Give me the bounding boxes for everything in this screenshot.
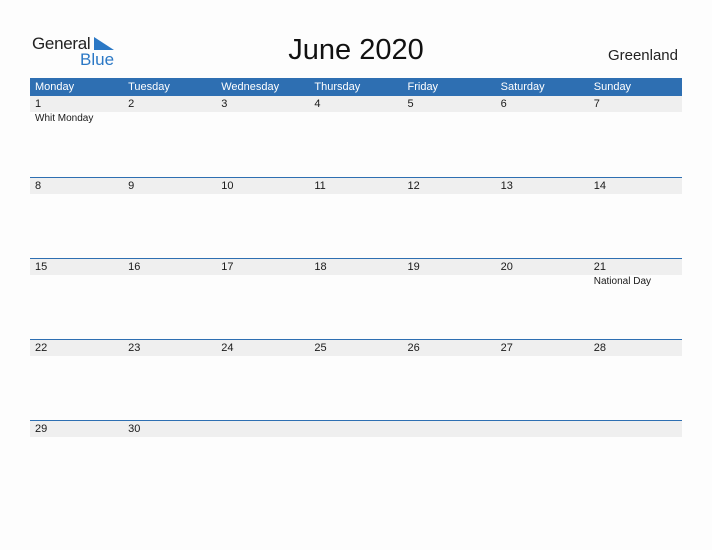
- week-events: National Day: [30, 275, 682, 289]
- day-event: Whit Monday: [35, 113, 94, 124]
- day-number: 2: [128, 98, 135, 110]
- page-title: June 2020: [288, 34, 424, 66]
- day-event: [123, 275, 216, 289]
- day-number: 6: [500, 98, 507, 110]
- week-day-numbers: 8 9 10 11 12 13 14: [30, 178, 682, 194]
- weekday-header: Monday Tuesday Wednesday Thursday Friday…: [30, 78, 682, 96]
- calendar-week: 29 30: [30, 420, 682, 501]
- day-number: 30: [128, 423, 141, 435]
- week-day-numbers: 29 30: [30, 421, 682, 437]
- day-number: 28: [593, 342, 606, 354]
- weekday-tuesday: Tuesday: [128, 81, 170, 93]
- day-event: [403, 112, 496, 126]
- day-event: [30, 275, 123, 289]
- day-number: 24: [221, 342, 234, 354]
- day-number: 7: [593, 98, 600, 110]
- day-event: [216, 112, 309, 126]
- day-number: 19: [407, 261, 420, 273]
- day-event: National Day: [593, 276, 652, 287]
- calendar-week: 22 23 24 25 26 27 28: [30, 339, 682, 420]
- day-event: [496, 112, 589, 126]
- day-number: 29: [35, 423, 48, 435]
- day-number: 14: [593, 180, 606, 192]
- weekday-sunday: Sunday: [593, 81, 632, 93]
- day-event: [589, 112, 682, 126]
- day-number: 11: [314, 180, 326, 192]
- day-number: 21: [593, 261, 606, 273]
- day-event: [309, 275, 402, 289]
- weekday-thursday: Thursday: [314, 81, 361, 93]
- weekday-monday: Monday: [35, 81, 75, 93]
- day-number: [496, 421, 589, 437]
- day-number: 9: [128, 180, 135, 192]
- week-day-numbers: 22 23 24 25 26 27 28: [30, 340, 682, 356]
- week-day-numbers: 1 2 3 4 5 6 7: [30, 96, 682, 112]
- country-label: Greenland: [607, 47, 678, 64]
- day-number: 22: [35, 342, 48, 354]
- day-number: 4: [314, 98, 321, 110]
- calendar-week: 8 9 10 11 12 13 14: [30, 177, 682, 258]
- day-number: 20: [500, 261, 513, 273]
- day-number: [403, 421, 496, 437]
- day-number: 10: [221, 180, 234, 192]
- day-number: [309, 421, 402, 437]
- day-event: [403, 275, 496, 289]
- weekday-saturday: Saturday: [500, 81, 545, 93]
- day-event: [309, 112, 402, 126]
- day-number: 16: [128, 261, 141, 273]
- day-event: [496, 275, 589, 289]
- day-number: 17: [221, 261, 234, 273]
- day-number: 8: [35, 180, 42, 192]
- day-number: 18: [314, 261, 327, 273]
- day-number: 13: [500, 180, 513, 192]
- week-events: Whit Monday: [30, 112, 682, 126]
- week-day-numbers: 15 16 17 18 19 20 21: [30, 259, 682, 275]
- day-number: [216, 421, 309, 437]
- day-number: 27: [500, 342, 513, 354]
- calendar-week: 15 16 17 18 19 20 21 National Day: [30, 258, 682, 339]
- calendar-week: 1 2 3 4 5 6 7 Whit Monday: [30, 96, 682, 177]
- day-number: 5: [407, 98, 414, 110]
- day-event: [216, 275, 309, 289]
- day-number: 26: [407, 342, 420, 354]
- day-number: 1: [35, 98, 42, 110]
- weekday-friday: Friday: [407, 81, 439, 93]
- day-number: 15: [35, 261, 48, 273]
- day-number: 25: [314, 342, 327, 354]
- day-number: 3: [221, 98, 228, 110]
- day-number: 12: [407, 180, 420, 192]
- day-number: [589, 421, 682, 437]
- calendar-grid: Monday Tuesday Wednesday Thursday Friday…: [30, 78, 682, 501]
- day-number: 23: [128, 342, 141, 354]
- day-event: [123, 112, 216, 126]
- weekday-wednesday: Wednesday: [221, 81, 280, 93]
